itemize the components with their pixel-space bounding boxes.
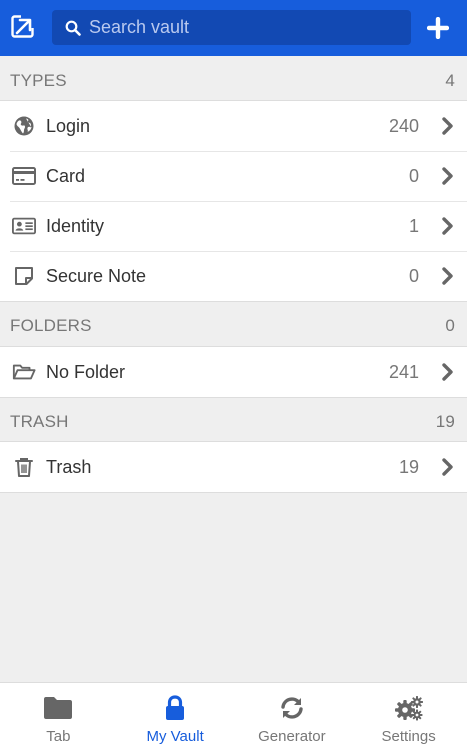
item-label: Card: [46, 165, 86, 186]
trash-list: Trash 19: [0, 441, 467, 493]
type-item-secure-note[interactable]: Secure Note 0: [0, 251, 467, 301]
sticky-note-icon: [12, 265, 36, 287]
plus-icon[interactable]: [426, 16, 450, 40]
gears-icon: [394, 696, 423, 721]
section-title: FOLDERS: [10, 316, 92, 335]
refresh-icon: [281, 697, 303, 719]
section-count: 4: [445, 71, 455, 90]
bottom-nav: Tab My Vault Generator Settings: [0, 682, 467, 749]
item-label: No Folder: [46, 361, 126, 382]
item-count: 0: [408, 265, 419, 286]
item-label: Secure Note: [46, 265, 147, 286]
item-label: Login: [46, 115, 91, 136]
chevron-right-icon: [442, 363, 453, 381]
type-item-login[interactable]: Login 240: [0, 101, 467, 151]
tab-my-vault[interactable]: My Vault: [117, 683, 234, 749]
tab-label: My Vault: [146, 728, 204, 745]
tab-tab[interactable]: Tab: [0, 683, 117, 749]
section-count: 0: [445, 316, 455, 335]
chevron-right-icon: [442, 458, 453, 476]
chevron-right-icon: [442, 167, 453, 185]
tab-settings[interactable]: Settings: [350, 683, 467, 749]
item-label: Trash: [46, 456, 92, 477]
folder-icon: [44, 697, 73, 719]
item-count: 0: [408, 165, 419, 186]
trash-item[interactable]: Trash 19: [0, 442, 467, 492]
section-header-types: TYPES 4: [0, 59, 467, 103]
top-bar: [0, 0, 467, 56]
section-count: 19: [435, 412, 455, 431]
popout-icon[interactable]: [11, 15, 35, 39]
chevron-right-icon: [442, 267, 453, 285]
trash-icon: [12, 456, 36, 478]
search-box: [52, 10, 411, 45]
type-item-identity[interactable]: Identity 1: [0, 201, 467, 251]
item-count: 19: [398, 456, 419, 477]
folder-open-icon: [12, 361, 36, 383]
tab-label: Settings: [381, 728, 436, 745]
item-count: 240: [388, 115, 419, 136]
lock-icon: [166, 695, 185, 720]
folders-list: No Folder 241: [0, 346, 467, 398]
section-header-folders: FOLDERS 0: [0, 304, 467, 348]
tab-generator[interactable]: Generator: [234, 683, 351, 749]
types-list: Login 240 Card 0 Identity 1 Secure Note …: [0, 100, 467, 302]
type-item-card[interactable]: Card 0: [0, 151, 467, 201]
section-header-trash: TRASH 19: [0, 400, 467, 444]
search-input[interactable]: [89, 10, 399, 45]
folder-item-no-folder[interactable]: No Folder 241: [0, 347, 467, 397]
chevron-right-icon: [442, 117, 453, 135]
section-title: TRASH: [10, 412, 69, 431]
chevron-right-icon: [442, 217, 453, 235]
section-title: TYPES: [10, 71, 67, 90]
id-card-icon: [12, 215, 36, 237]
item-count: 241: [388, 361, 419, 382]
tab-label: Tab: [46, 728, 71, 745]
item-label: Identity: [46, 215, 105, 236]
credit-card-icon: [12, 165, 36, 187]
search-icon: [65, 20, 81, 36]
globe-icon: [12, 115, 36, 137]
item-count: 1: [408, 215, 419, 236]
tab-label: Generator: [258, 728, 326, 745]
